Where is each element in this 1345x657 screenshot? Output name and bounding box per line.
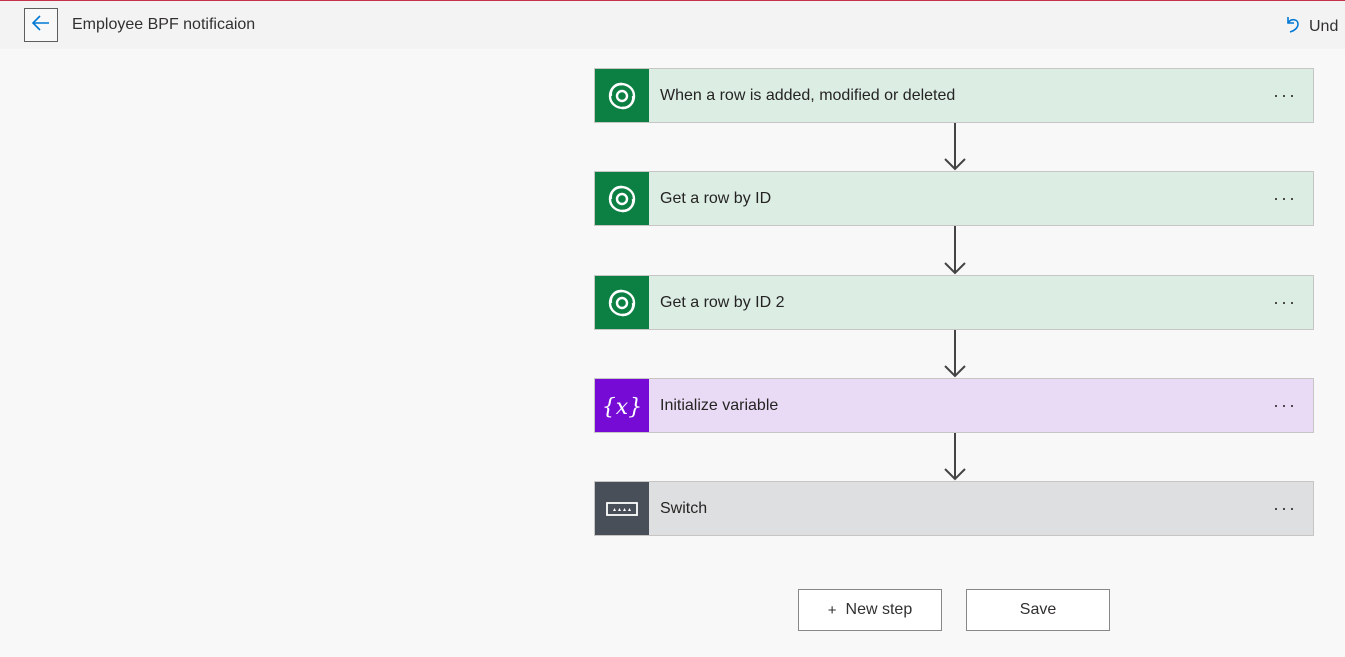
svg-text:{x}: {x} — [602, 395, 642, 420]
undo-button[interactable]: Und — [1284, 14, 1338, 39]
dataverse-icon — [595, 69, 649, 122]
flow-title: Employee BPF notificaion — [72, 16, 256, 33]
arrow-left-icon — [31, 13, 51, 38]
variable-icon: {x} — [595, 379, 649, 432]
flow-designer: Employee BPF notificaion Und When a row … — [0, 0, 1345, 657]
step-when-row-added-modified-deleted[interactable]: When a row is added, modified or deleted… — [594, 68, 1314, 123]
new-step-button[interactable]: + New step — [798, 589, 942, 631]
connector-arrow — [944, 226, 966, 275]
step-title: Switch — [660, 499, 708, 517]
step-title: Get a row by ID — [660, 189, 772, 207]
save-label: Save — [1019, 601, 1057, 618]
dataverse-icon — [595, 172, 649, 225]
more-options-button[interactable]: ··· — [1257, 276, 1313, 329]
header-bar: Employee BPF notificaion Und — [0, 1, 1345, 49]
connector-arrow — [944, 433, 966, 481]
dataverse-icon — [595, 276, 649, 329]
plus-icon: + — [827, 601, 837, 619]
step-get-row-by-id-2[interactable]: Get a row by ID 2 ··· — [594, 275, 1314, 330]
more-options-button[interactable]: ··· — [1257, 482, 1313, 535]
more-options-button[interactable]: ··· — [1257, 379, 1313, 432]
step-title: Get a row by ID 2 — [660, 293, 785, 311]
step-switch[interactable]: Switch ··· — [594, 481, 1314, 536]
step-initialize-variable[interactable]: {x} Initialize variable ··· — [594, 378, 1314, 433]
switch-icon — [595, 482, 649, 535]
step-get-row-by-id[interactable]: Get a row by ID ··· — [594, 171, 1314, 226]
undo-label: Und — [1309, 17, 1339, 35]
back-button[interactable] — [24, 8, 58, 42]
connector-arrow — [944, 123, 966, 171]
connector-arrow — [944, 330, 966, 378]
more-options-button[interactable]: ··· — [1257, 172, 1313, 225]
step-title: Initialize variable — [660, 396, 779, 414]
more-options-button[interactable]: ··· — [1257, 69, 1313, 122]
save-button[interactable]: Save — [966, 589, 1110, 631]
undo-icon — [1284, 14, 1302, 39]
new-step-label: New step — [845, 601, 913, 618]
step-title: When a row is added, modified or deleted — [660, 86, 956, 104]
